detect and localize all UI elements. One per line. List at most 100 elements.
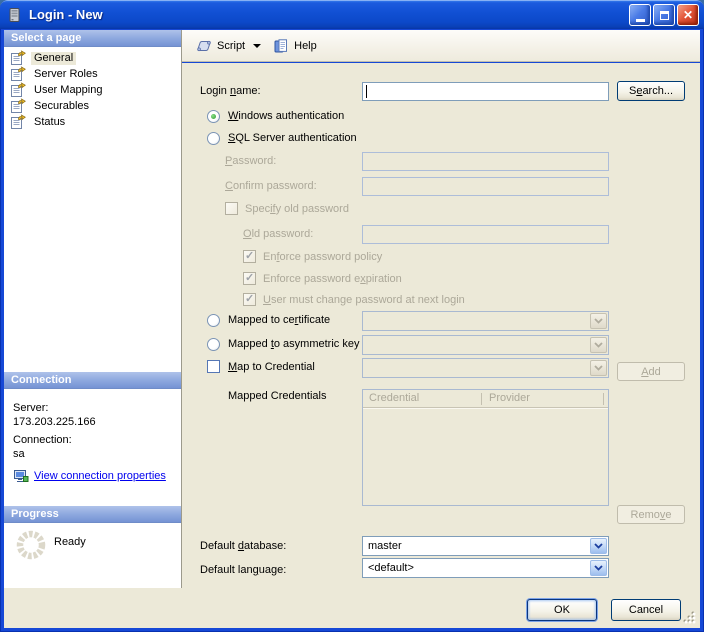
- map-to-credential-label: Map to Credential: [228, 361, 315, 373]
- mapped-to-certificate-radio[interactable]: [207, 314, 220, 327]
- sidebar-item-label: User Mapping: [31, 84, 105, 97]
- old-password-label: Old password:: [243, 228, 313, 240]
- sql-authentication-label: SQL Server authentication: [228, 132, 357, 144]
- chevron-down-icon: [590, 337, 607, 353]
- must-change-password-label: User must change password at next login: [263, 294, 465, 306]
- column-header-provider: Provider: [489, 392, 530, 404]
- specify-old-password-checkbox: ✓: [225, 202, 238, 215]
- sidebar-item-securables[interactable]: Securables: [10, 98, 175, 114]
- page-icon: [10, 114, 26, 130]
- progress-spinner-icon: [14, 528, 48, 562]
- footer: OK Cancel: [4, 588, 700, 628]
- add-button: Add: [617, 362, 685, 381]
- windows-authentication-label: Windows authentication: [228, 110, 344, 122]
- enforce-password-policy-checkbox: ✓: [243, 250, 256, 263]
- connection-header: Connection: [4, 372, 181, 389]
- confirm-password-label: Confirm password:: [225, 180, 317, 192]
- sidebar-item-label: Server Roles: [31, 68, 101, 81]
- window-title: Login - New: [29, 7, 103, 22]
- page-icon: [10, 82, 26, 98]
- default-language-label: Default language:: [200, 564, 286, 576]
- credential-combobox: [362, 358, 609, 378]
- mapped-to-asymmetric-key-label: Mapped to asymmetric key: [228, 338, 359, 350]
- page-list-panel: General Server Roles User Mapping Secura…: [4, 47, 181, 372]
- server-value: 173.203.225.166: [13, 416, 96, 428]
- must-change-password-checkbox: ✓: [243, 293, 256, 306]
- connection-properties-icon: [13, 468, 29, 484]
- script-button[interactable]: Script: [191, 35, 266, 57]
- search-button[interactable]: Search...: [617, 81, 685, 101]
- titlebar[interactable]: Login - New ✕: [0, 0, 704, 29]
- connection-panel: Server: 173.203.225.166 Connection: sa V…: [4, 389, 181, 506]
- progress-panel: Ready: [4, 523, 181, 588]
- close-button[interactable]: ✕: [677, 4, 699, 26]
- script-dropdown-icon: [253, 44, 261, 48]
- login-name-label: Login name:: [200, 85, 261, 97]
- server-label: Server:: [13, 402, 48, 414]
- mapped-credentials-label: Mapped Credentials: [228, 390, 326, 402]
- page-icon: [10, 66, 26, 82]
- map-to-credential-checkbox[interactable]: ✓: [207, 360, 220, 373]
- old-password-input: [362, 225, 609, 244]
- column-divider: [481, 393, 482, 405]
- enforce-password-expiration-checkbox: ✓: [243, 272, 256, 285]
- sql-authentication-radio[interactable]: [207, 132, 220, 145]
- close-icon: ✕: [683, 8, 693, 22]
- sidebar-item-server-roles[interactable]: Server Roles: [10, 66, 175, 82]
- chevron-down-icon[interactable]: [590, 538, 607, 554]
- table-header: Credential Provider: [363, 390, 608, 408]
- page-icon: [10, 98, 26, 114]
- mapped-to-certificate-label: Mapped to certificate: [228, 314, 330, 326]
- maximize-icon: [660, 11, 669, 20]
- sidebar-item-status[interactable]: Status: [10, 114, 175, 130]
- confirm-password-input: [362, 177, 609, 196]
- minimize-button[interactable]: [629, 4, 651, 26]
- default-database-label: Default database:: [200, 540, 286, 552]
- column-divider: [603, 393, 604, 405]
- asymmetric-key-combobox: [362, 335, 609, 355]
- help-icon: [273, 38, 289, 54]
- sidebar-item-label: General: [31, 52, 76, 65]
- mapped-credentials-table: Credential Provider: [362, 389, 609, 506]
- chevron-down-icon[interactable]: [590, 560, 607, 576]
- minimize-icon: [636, 19, 645, 22]
- sidebar-item-label: Status: [31, 116, 68, 129]
- default-database-combobox[interactable]: master: [362, 536, 609, 556]
- specify-old-password-label: Specify old password: [245, 203, 349, 215]
- server-icon: [7, 7, 23, 23]
- sidebar-item-label: Securables: [31, 100, 92, 113]
- connection-label: Connection:: [13, 434, 72, 446]
- page-icon: [10, 50, 26, 66]
- column-header-credential: Credential: [369, 392, 419, 404]
- sidebar-item-user-mapping[interactable]: User Mapping: [10, 82, 175, 98]
- help-label: Help: [294, 40, 317, 52]
- mapped-to-asymmetric-key-radio[interactable]: [207, 338, 220, 351]
- windows-authentication-radio[interactable]: [207, 110, 220, 123]
- progress-header: Progress: [4, 506, 181, 523]
- progress-status: Ready: [54, 536, 86, 548]
- script-label: Script: [217, 40, 245, 52]
- maximize-button[interactable]: [653, 4, 675, 26]
- default-language-combobox[interactable]: <default>: [362, 558, 609, 578]
- general-page-form: Login name: Search... Windows authentica…: [182, 63, 700, 588]
- chevron-down-icon: [590, 313, 607, 329]
- cancel-button[interactable]: Cancel: [611, 599, 681, 621]
- connection-value: sa: [13, 448, 25, 460]
- login-name-input[interactable]: [362, 82, 609, 101]
- select-a-page-header: Select a page: [4, 30, 181, 47]
- enforce-password-expiration-label: Enforce password expiration: [263, 273, 402, 285]
- view-connection-properties-link[interactable]: View connection properties: [34, 470, 166, 482]
- password-input: [362, 152, 609, 171]
- script-icon: [196, 38, 212, 54]
- sidebar-item-general[interactable]: General: [10, 50, 175, 66]
- chevron-down-icon: [590, 360, 607, 376]
- remove-button: Remove: [617, 505, 685, 524]
- ok-button[interactable]: OK: [527, 599, 597, 621]
- toolbar: Script Help: [182, 30, 700, 62]
- certificate-combobox: [362, 311, 609, 331]
- resize-grip[interactable]: [683, 611, 697, 625]
- help-button[interactable]: Help: [268, 35, 322, 57]
- enforce-password-policy-label: Enforce password policy: [263, 251, 382, 263]
- text-caret: [366, 85, 367, 98]
- password-label: Password:: [225, 155, 276, 167]
